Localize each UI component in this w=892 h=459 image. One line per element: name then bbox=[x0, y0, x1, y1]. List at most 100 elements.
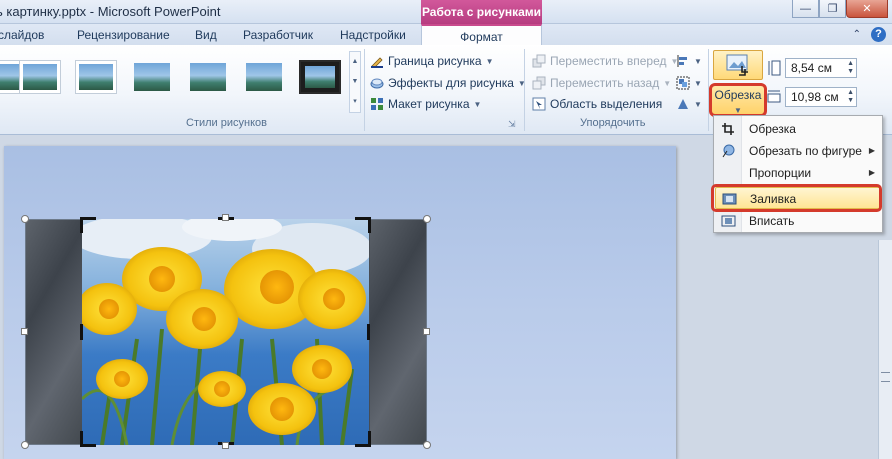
crop-icon bbox=[722, 123, 734, 135]
effects-icon bbox=[370, 78, 384, 89]
title-bar: ь картинку.pptx - Microsoft PowerPoint Р… bbox=[0, 0, 892, 24]
help-icon[interactable]: ? bbox=[871, 27, 886, 42]
height-icon bbox=[768, 60, 781, 76]
width-icon bbox=[767, 90, 781, 103]
align-button[interactable]: ▼ bbox=[676, 54, 702, 68]
separator bbox=[524, 49, 525, 131]
menu-item-aspect-ratio[interactable]: Пропорции ▶ bbox=[715, 162, 881, 184]
resize-handle-bottom-left[interactable] bbox=[21, 441, 29, 449]
selection-pane-button[interactable]: Область выделения bbox=[532, 97, 662, 111]
rotate-icon bbox=[678, 99, 688, 109]
picture-style-thumb[interactable] bbox=[75, 60, 117, 94]
width-value: 10,98 см bbox=[791, 90, 839, 104]
ribbon-collapse-icon[interactable]: ⌃ bbox=[853, 29, 861, 40]
tab-view[interactable]: Вид bbox=[195, 28, 217, 42]
align-icon bbox=[677, 55, 687, 67]
send-backward-label: Переместить назад bbox=[550, 76, 660, 90]
crop-handle-bottom-left[interactable] bbox=[80, 431, 96, 447]
group-icon bbox=[676, 76, 690, 90]
window-title: ь картинку.pptx - Microsoft PowerPoint bbox=[0, 4, 221, 19]
bring-forward-label: Переместить вперед bbox=[550, 54, 667, 68]
height-field[interactable]: 8,54 см ▲ ▼ bbox=[785, 58, 857, 78]
tab-addins[interactable]: Надстройки bbox=[340, 28, 406, 42]
picture-effects-button[interactable]: Эффекты для рисунка ▼ bbox=[370, 76, 526, 90]
restore-button[interactable]: ❐ bbox=[819, 0, 846, 18]
crop-handle-top-left[interactable] bbox=[80, 217, 96, 233]
menu-item-label: Обрезка bbox=[749, 122, 796, 136]
crop-button-icon-area[interactable] bbox=[713, 50, 763, 80]
picture-border-button[interactable]: Граница рисунка ▼ bbox=[370, 54, 494, 68]
pen-icon bbox=[371, 57, 383, 68]
submenu-arrow-icon: ▶ bbox=[868, 168, 875, 177]
resize-handle-bottom-right[interactable] bbox=[423, 441, 431, 449]
resize-handle-top-left[interactable] bbox=[21, 215, 29, 223]
window-controls: — ❐ ✕ bbox=[792, 0, 888, 18]
resize-handle-top[interactable] bbox=[222, 214, 229, 221]
resize-handle-top-right[interactable] bbox=[423, 215, 431, 223]
resize-handle-bottom[interactable] bbox=[222, 442, 229, 449]
fit-icon bbox=[721, 215, 736, 227]
picture-layout-button[interactable]: Макет рисунка ▼ bbox=[370, 97, 481, 111]
minimize-button[interactable]: — bbox=[792, 0, 819, 18]
crop-handle-left[interactable] bbox=[80, 324, 83, 340]
daffodil-photo[interactable] bbox=[82, 219, 369, 445]
send-backward-icon bbox=[532, 76, 546, 90]
tab-slideshow[interactable]: слайдов bbox=[0, 28, 44, 42]
submenu-arrow-icon: ▶ bbox=[868, 146, 875, 155]
width-spinner[interactable]: ▲ ▼ bbox=[847, 89, 854, 105]
bring-forward-icon bbox=[532, 54, 546, 68]
daffodil-image bbox=[82, 219, 369, 445]
ribbon-tabs: слайдов Рецензирование Вид Разработчик Н… bbox=[0, 24, 892, 47]
picture-layout-label: Макет рисунка bbox=[388, 97, 470, 111]
crop-handle-top-right[interactable] bbox=[355, 217, 371, 233]
close-icon: ✕ bbox=[862, 3, 872, 15]
width-field[interactable]: 10,98 см ▲ ▼ bbox=[785, 87, 857, 107]
crop-dropdown-button[interactable]: Обрезка ▼ bbox=[709, 83, 767, 117]
styles-group-label: Стили рисунков bbox=[186, 117, 267, 129]
send-backward-button[interactable]: Переместить назад ▼ bbox=[532, 76, 671, 90]
crop-button-label: Обрезка bbox=[714, 88, 762, 102]
crop-dropdown-menu: Обрезка Обрезать по фигуре ▶ Пропорции ▶… bbox=[713, 115, 883, 233]
crop-handle-bottom-right[interactable] bbox=[355, 431, 371, 447]
crop-icon bbox=[726, 54, 748, 76]
height-spinner[interactable]: ▲ ▼ bbox=[847, 60, 854, 76]
height-value: 8,54 см bbox=[791, 61, 832, 75]
picture-style-thumb[interactable] bbox=[131, 60, 173, 94]
resize-handle-right[interactable] bbox=[423, 328, 430, 335]
dialog-launcher-icon[interactable]: ⇲ bbox=[508, 119, 516, 130]
resize-handle-left[interactable] bbox=[21, 328, 28, 335]
menu-item-crop[interactable]: Обрезка bbox=[715, 118, 881, 140]
picture-style-thumb-selected[interactable] bbox=[299, 60, 341, 94]
group-button[interactable]: ▼ bbox=[676, 76, 702, 90]
menu-item-label: Пропорции bbox=[749, 166, 812, 180]
picture-border-label: Граница рисунка bbox=[388, 54, 482, 68]
gallery-scroll[interactable]: ▲ ▼ ▾ bbox=[349, 51, 361, 113]
tab-review[interactable]: Рецензирование bbox=[77, 28, 170, 42]
layout-icon bbox=[371, 98, 383, 110]
crop-handle-right[interactable] bbox=[367, 324, 370, 340]
cropped-area-left bbox=[26, 220, 82, 444]
arrange-group-label: Упорядочить bbox=[580, 117, 646, 129]
close-button[interactable]: ✕ bbox=[846, 0, 888, 18]
selection-pane-label: Область выделения bbox=[550, 97, 663, 111]
shape-crop-icon bbox=[722, 144, 735, 158]
restore-icon: ❐ bbox=[827, 3, 838, 15]
chevron-down-icon: ▼ bbox=[734, 106, 742, 115]
bring-forward-button[interactable]: Переместить вперед ▼ bbox=[532, 54, 678, 68]
separator bbox=[364, 49, 365, 131]
rotate-button[interactable]: ▼ bbox=[676, 97, 702, 111]
vertical-scrollbar[interactable] bbox=[878, 240, 892, 459]
picture-style-thumb[interactable] bbox=[19, 60, 61, 94]
selection-pane-icon bbox=[532, 97, 546, 111]
menu-item-fit[interactable]: Вписать bbox=[715, 210, 881, 232]
context-tab-group: Работа с рисунками bbox=[421, 0, 542, 24]
tab-format[interactable]: Формат bbox=[421, 24, 542, 47]
picture-style-thumb[interactable] bbox=[187, 60, 229, 94]
tab-developer[interactable]: Разработчик bbox=[243, 28, 313, 42]
picture-style-thumb[interactable] bbox=[243, 60, 285, 94]
picture-effects-label: Эффекты для рисунка bbox=[388, 76, 514, 90]
menu-item-crop-to-shape[interactable]: Обрезать по фигуре ▶ bbox=[715, 140, 881, 162]
scroll-thumb[interactable] bbox=[881, 372, 890, 382]
menu-item-label: Вписать bbox=[749, 214, 795, 228]
cropped-area-right bbox=[370, 220, 426, 444]
